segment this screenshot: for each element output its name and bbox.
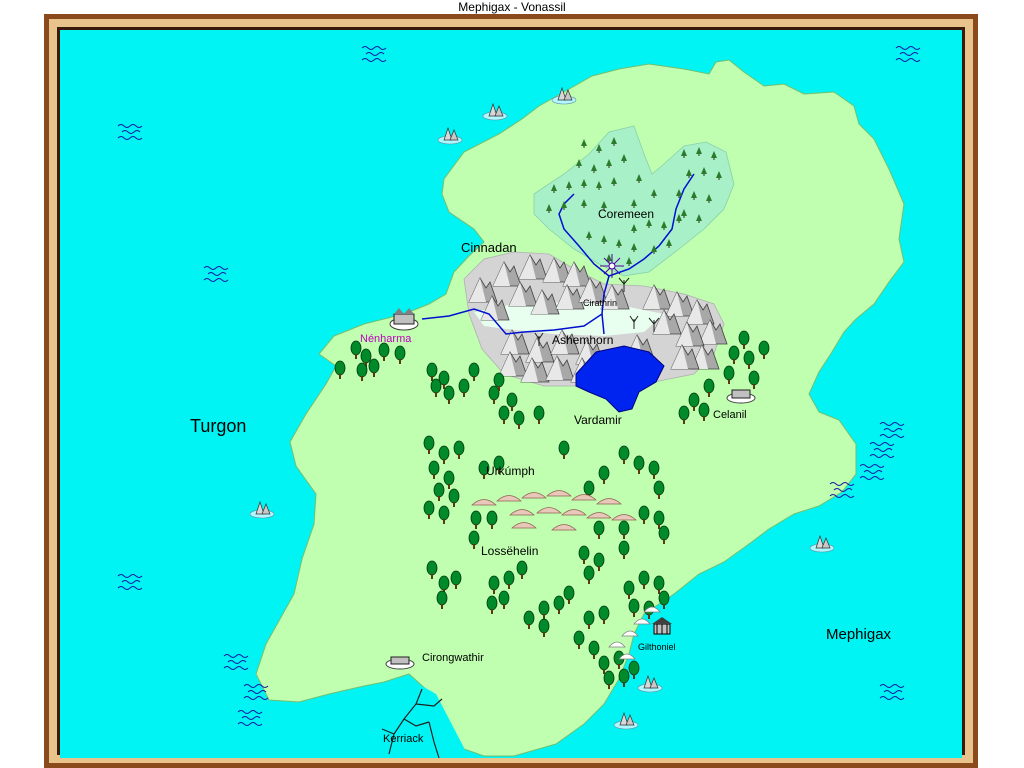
place-label-nenharma: Nénharma [360,333,412,345]
place-label-lossehelin: Lossëhelin [481,544,538,558]
place-label-gilthoniel: Gilthoniel [638,642,676,652]
place-label-ashemhorn: Ashemhorn [552,333,613,347]
place-label-cirongwathir: Cirongwathir [422,652,484,664]
place-label-vardamir: Vardamir [574,413,622,427]
place-label-celanil: Celanil [713,409,747,421]
place-label-coremeen: Coremeen [598,207,654,221]
place-label-urkumph: Urkúmph [486,464,535,478]
map-canvas: Turgon Mephigax Cinnadan Coremeen Cirath… [44,14,978,768]
place-label-cirathrin: Cirathrin [583,298,617,308]
window-title: Mephigax - Vonassil [458,0,566,14]
region-label-mephigax: Mephigax [826,626,892,643]
place-label-kerriack: Kerriack [383,733,424,745]
place-label-cinnadan: Cinnadan [461,240,517,255]
region-label-turgon: Turgon [190,416,246,436]
